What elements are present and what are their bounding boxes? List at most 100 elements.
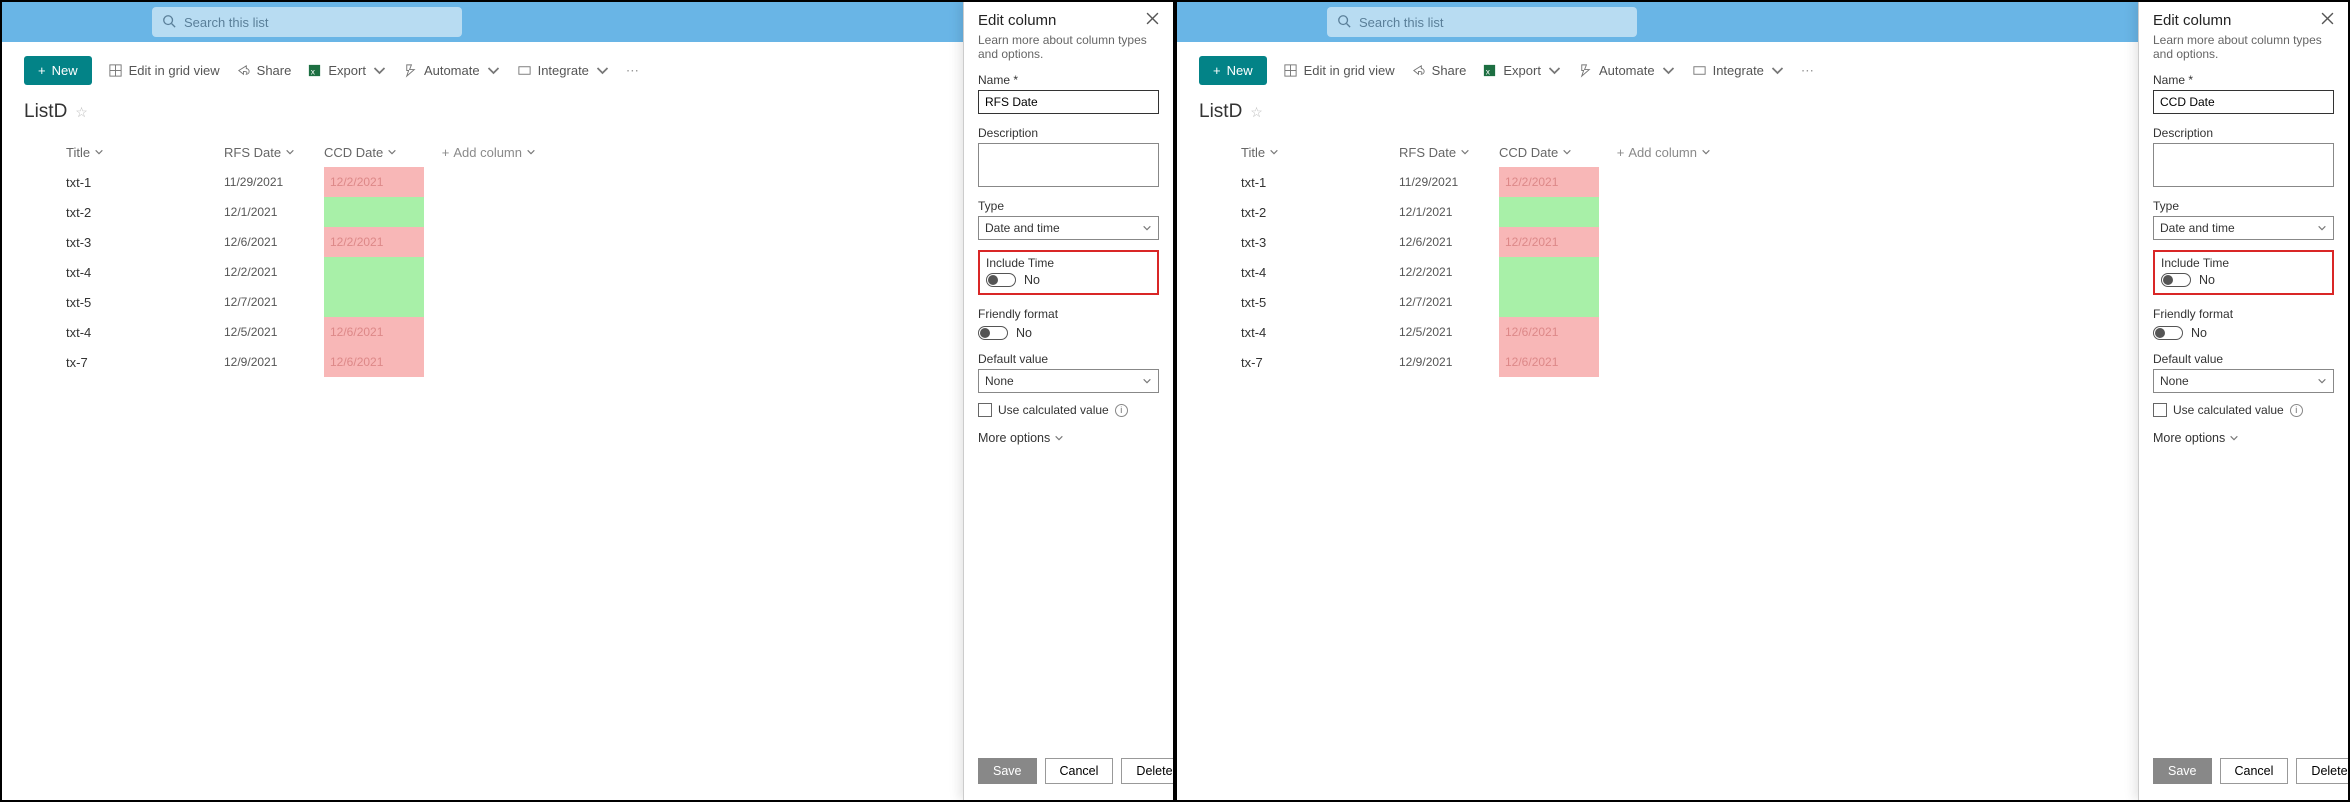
automate-button[interactable]: Automate	[403, 63, 501, 78]
col-header-ccd[interactable]: CCD Date	[324, 145, 424, 160]
table-row[interactable]: txt-4 12/2/2021	[1199, 257, 1749, 287]
col-header-rfs[interactable]: RFS Date	[1399, 145, 1499, 160]
export-button[interactable]: x Export	[1482, 63, 1562, 78]
delete-button[interactable]: Delete	[1121, 758, 1175, 784]
cell-rfs-date: 12/9/2021	[224, 355, 324, 369]
calculated-value-label: Use calculated value	[2173, 403, 2284, 417]
cancel-button[interactable]: Cancel	[2220, 758, 2289, 784]
more-button[interactable]: ⋯	[1801, 63, 1814, 79]
table-row[interactable]: txt-4 12/5/2021 12/6/2021	[24, 317, 574, 347]
col-header-title[interactable]: Title	[24, 145, 224, 160]
col-header-title[interactable]: Title	[1199, 145, 1399, 160]
share-button[interactable]: Share	[236, 63, 292, 78]
new-button[interactable]: + New	[24, 56, 92, 85]
search-icon	[162, 14, 184, 31]
cell-ccd-date	[324, 257, 424, 287]
export-button[interactable]: x Export	[307, 63, 387, 78]
cell-rfs-date: 11/29/2021	[224, 175, 324, 189]
table-row[interactable]: txt-1 11/29/2021 12/2/2021	[24, 167, 574, 197]
excel-icon: x	[307, 63, 322, 78]
add-column-button[interactable]: + Add column	[1599, 145, 1719, 160]
integrate-button[interactable]: Integrate	[1692, 63, 1785, 78]
plus-icon: +	[442, 145, 450, 160]
grid-icon	[108, 63, 123, 78]
table-row[interactable]: txt-4 12/5/2021 12/6/2021	[1199, 317, 1749, 347]
default-value-select[interactable]: None	[2153, 369, 2334, 393]
col-header-rfs[interactable]: RFS Date	[224, 145, 324, 160]
search-placeholder: Search this list	[184, 15, 269, 30]
type-select[interactable]: Date and time	[978, 216, 1159, 240]
panel-title: Edit column	[978, 12, 1056, 29]
close-icon[interactable]	[1146, 12, 1159, 28]
name-input[interactable]	[978, 90, 1159, 114]
table-row[interactable]: txt-5 12/7/2021	[24, 287, 574, 317]
table-row[interactable]: txt-2 12/1/2021	[1199, 197, 1749, 227]
table-row[interactable]: txt-3 12/6/2021 12/2/2021	[1199, 227, 1749, 257]
info-icon[interactable]: i	[1115, 404, 1128, 417]
default-value-select[interactable]: None	[978, 369, 1159, 393]
more-options-toggle[interactable]: More options	[978, 431, 1159, 445]
info-icon[interactable]: i	[2290, 404, 2303, 417]
add-column-button[interactable]: + Add column	[424, 145, 544, 160]
delete-button[interactable]: Delete	[2296, 758, 2350, 784]
save-button[interactable]: Save	[2153, 758, 2212, 784]
friendly-format-label: Friendly format	[978, 307, 1159, 321]
cell-ccd-date: 12/6/2021	[1499, 347, 1599, 377]
grid-icon	[1283, 63, 1298, 78]
col-header-ccd[interactable]: CCD Date	[1499, 145, 1599, 160]
include-time-label: Include Time	[2161, 256, 2326, 270]
favorite-icon[interactable]: ☆	[1250, 104, 1263, 121]
more-button[interactable]: ⋯	[626, 63, 639, 79]
table-row[interactable]: txt-4 12/2/2021	[24, 257, 574, 287]
cell-ccd-date: 12/6/2021	[324, 347, 424, 377]
cell-rfs-date: 12/1/2021	[1399, 205, 1499, 219]
calculated-value-checkbox[interactable]	[978, 403, 992, 417]
description-input[interactable]	[978, 143, 1159, 187]
integrate-button[interactable]: Integrate	[517, 63, 610, 78]
include-time-toggle[interactable]	[986, 273, 1016, 287]
search-input[interactable]: Search this list	[152, 7, 462, 37]
table-row[interactable]: txt-2 12/1/2021	[24, 197, 574, 227]
edit-grid-button[interactable]: Edit in grid view	[108, 63, 220, 78]
save-button[interactable]: Save	[978, 758, 1037, 784]
cell-ccd-date: 12/2/2021	[324, 167, 424, 197]
description-input[interactable]	[2153, 143, 2334, 187]
cell-ccd-date	[1499, 287, 1599, 317]
name-input[interactable]	[2153, 90, 2334, 114]
cell-title: txt-3	[24, 235, 224, 250]
close-icon[interactable]	[2321, 12, 2334, 28]
table-header: Title RFS Date CCD Date + Add column	[24, 137, 574, 167]
table-row[interactable]: txt-5 12/7/2021	[1199, 287, 1749, 317]
new-label: New	[1227, 63, 1253, 78]
share-icon	[1411, 63, 1426, 78]
calculated-value-checkbox[interactable]	[2153, 403, 2167, 417]
cell-rfs-date: 12/5/2021	[1399, 325, 1499, 339]
new-button[interactable]: + New	[1199, 56, 1267, 85]
include-time-value: No	[1024, 273, 1040, 287]
plus-icon: +	[1213, 63, 1221, 78]
edit-grid-button[interactable]: Edit in grid view	[1283, 63, 1395, 78]
type-label: Type	[978, 199, 1159, 213]
new-label: New	[52, 63, 78, 78]
table-row[interactable]: txt-1 11/29/2021 12/2/2021	[1199, 167, 1749, 197]
friendly-format-toggle[interactable]	[978, 326, 1008, 340]
table-row[interactable]: tx-7 12/9/2021 12/6/2021	[24, 347, 574, 377]
plus-icon: +	[38, 63, 46, 78]
more-options-toggle[interactable]: More options	[2153, 431, 2334, 445]
list-title: ListD	[24, 101, 67, 123]
favorite-icon[interactable]: ☆	[75, 104, 88, 121]
share-button[interactable]: Share	[1411, 63, 1467, 78]
cancel-button[interactable]: Cancel	[1045, 758, 1114, 784]
search-input[interactable]: Search this list	[1327, 7, 1637, 37]
table-row[interactable]: txt-3 12/6/2021 12/2/2021	[24, 227, 574, 257]
calculated-value-label: Use calculated value	[998, 403, 1109, 417]
friendly-format-label: Friendly format	[2153, 307, 2334, 321]
friendly-format-toggle[interactable]	[2153, 326, 2183, 340]
automate-button[interactable]: Automate	[1578, 63, 1676, 78]
default-value-label: Default value	[978, 352, 1159, 366]
include-time-toggle[interactable]	[2161, 273, 2191, 287]
table-row[interactable]: tx-7 12/9/2021 12/6/2021	[1199, 347, 1749, 377]
search-placeholder: Search this list	[1359, 15, 1444, 30]
type-select[interactable]: Date and time	[2153, 216, 2334, 240]
cell-title: txt-4	[1199, 325, 1399, 340]
